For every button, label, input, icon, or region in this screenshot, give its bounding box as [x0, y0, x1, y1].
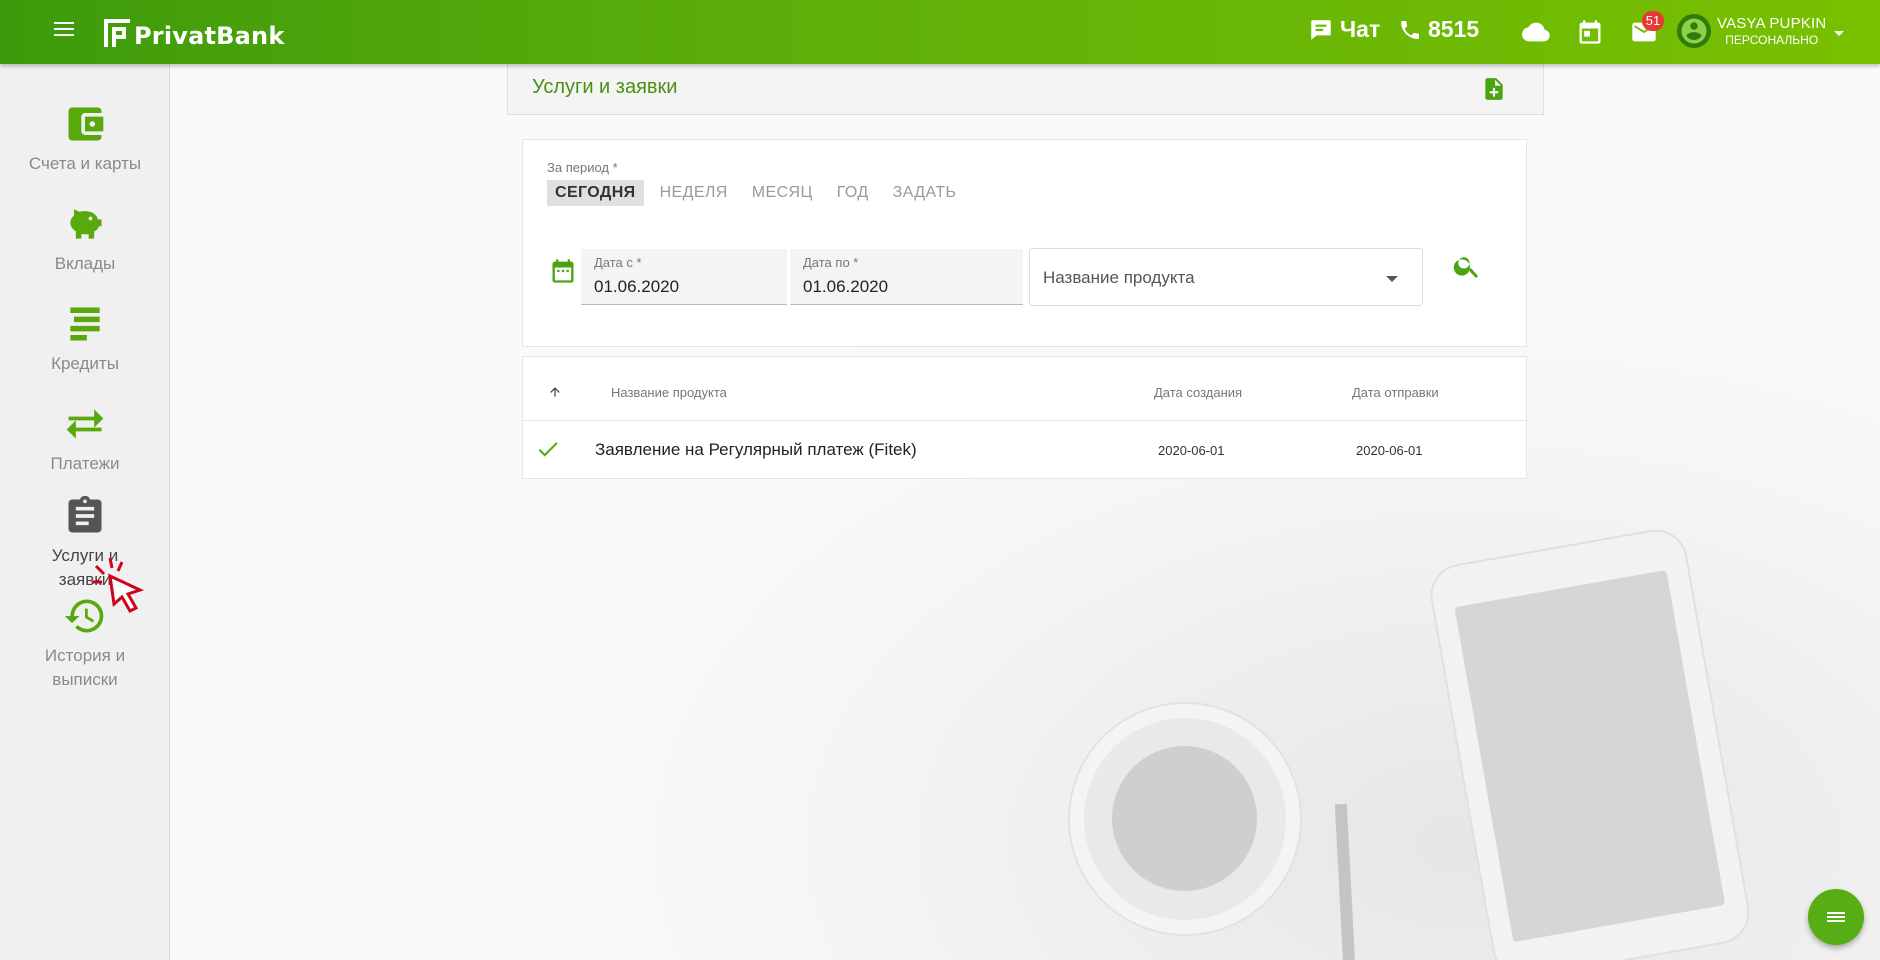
- row-created-date: 2020-06-01: [1158, 443, 1225, 458]
- wallet-icon: [68, 107, 104, 141]
- period-tabs: СЕГОДНЯ НЕДЕЛЯ МЕСЯЦ ГОД ЗАДАТЬ: [547, 180, 964, 206]
- phone-icon: [1401, 20, 1419, 39]
- transfer-arrows-icon: [66, 409, 104, 439]
- table-row[interactable]: Заявление на Регулярный платеж (Fitek) 2…: [523, 421, 1526, 479]
- hamburger-menu-button[interactable]: [44, 18, 84, 46]
- user-role: ПЕРСОНАЛЬНО: [1725, 33, 1819, 47]
- privatbank-logo[interactable]: PrivatBank: [102, 16, 285, 50]
- user-menu[interactable]: VASYA PUPKIN ПЕРСОНАЛЬНО: [1677, 14, 1845, 48]
- cloud-icon: [1522, 22, 1550, 42]
- sidebar-item-deposits[interactable]: Вклады: [0, 202, 170, 276]
- sidebar-item-label: Платежи: [50, 454, 120, 473]
- logo-text: PrivatBank: [134, 22, 285, 50]
- requests-table: Название продукта Дата создания Дата отп…: [522, 356, 1527, 479]
- calendar-icon: [1579, 20, 1601, 44]
- tab-today[interactable]: СЕГОДНЯ: [547, 180, 644, 206]
- row-product-name: Заявление на Регулярный платеж (Fitek): [595, 440, 917, 459]
- chat-button[interactable]: Чат: [1308, 16, 1380, 43]
- sidebar-item-label: История и выписки: [44, 646, 126, 689]
- date-from-value: 01.06.2020: [594, 277, 680, 296]
- sidebar-item-label: Вклады: [54, 254, 116, 273]
- column-sent-date[interactable]: Дата отправки: [1352, 385, 1439, 400]
- sidebar-item-credits[interactable]: Кредиты: [0, 302, 170, 376]
- tab-custom[interactable]: ЗАДАТЬ: [885, 180, 965, 206]
- user-name: VASYA PUPKIN: [1717, 15, 1827, 32]
- click-cursor-icon: [92, 557, 145, 613]
- page-title: Услуги и заявки: [532, 76, 678, 98]
- sidebar-item-accounts[interactable]: Счета и карты: [0, 102, 170, 176]
- product-select[interactable]: Название продукта: [1029, 248, 1423, 306]
- date-to-value: 01.06.2020: [803, 277, 889, 296]
- add-document-icon: [1485, 78, 1503, 100]
- tab-week[interactable]: НЕДЕЛЯ: [652, 180, 736, 206]
- row-sent-date: 2020-06-01: [1356, 443, 1423, 458]
- table-header: Название продукта Дата создания Дата отп…: [523, 357, 1526, 421]
- sidebar: Счета и карты Вклады Кредиты Платежи Усл…: [0, 64, 170, 960]
- background-phone: [1425, 524, 1755, 960]
- column-created-date[interactable]: Дата создания: [1154, 385, 1242, 400]
- sidebar-item-label: Кредиты: [51, 354, 119, 373]
- floating-menu-button[interactable]: [1808, 889, 1864, 945]
- date-to-label: Дата по *: [803, 255, 859, 270]
- phone-label: 8515: [1428, 16, 1480, 42]
- sidebar-item-payments[interactable]: Платежи: [0, 402, 170, 476]
- piggy-bank-icon: [70, 209, 102, 239]
- notification-badge: 51: [1642, 11, 1664, 31]
- cloud-button[interactable]: [1522, 18, 1550, 51]
- privatbank-logo-icon: [104, 19, 130, 47]
- column-product-name[interactable]: Название продукта: [611, 385, 727, 400]
- clipboard-icon: [68, 495, 102, 533]
- background-pen: [1334, 803, 1358, 960]
- page-header: Услуги и заявки: [507, 64, 1544, 115]
- calendar-icon: [552, 259, 574, 283]
- credit-icon: [70, 307, 100, 341]
- calendar-button[interactable]: [1576, 18, 1604, 51]
- period-label: За период *: [547, 160, 618, 175]
- search-icon: [1453, 257, 1478, 278]
- check-icon: [535, 436, 561, 467]
- chat-label: Чат: [1340, 16, 1381, 42]
- sidebar-item-label: Счета и карты: [28, 154, 142, 173]
- new-request-button[interactable]: [1481, 76, 1507, 107]
- user-avatar-icon: [1681, 18, 1707, 44]
- menu-icon: [1827, 910, 1845, 924]
- product-select-placeholder: Название продукта: [1043, 268, 1195, 287]
- date-to-field[interactable]: Дата по * 01.06.2020: [790, 249, 1023, 305]
- tab-year[interactable]: ГОД: [829, 180, 877, 206]
- phone-button[interactable]: 8515: [1398, 16, 1479, 43]
- tab-month[interactable]: МЕСЯЦ: [744, 180, 821, 206]
- background-coffee-cup: [1070, 704, 1300, 934]
- arrow-up-icon[interactable]: [548, 385, 562, 399]
- chat-icon: [1311, 19, 1331, 40]
- date-from-label: Дата с *: [594, 255, 642, 270]
- top-header: PrivatBank Чат 8515 51 VASYA PUPKIN ПЕРС…: [0, 0, 1880, 64]
- date-from-field[interactable]: Дата с * 01.06.2020: [581, 249, 787, 305]
- filter-panel: За период * СЕГОДНЯ НЕДЕЛЯ МЕСЯЦ ГОД ЗАД…: [522, 139, 1527, 347]
- chevron-down-icon: [1834, 30, 1845, 36]
- chevron-down-icon: [1386, 276, 1398, 282]
- date-picker-button[interactable]: [549, 257, 577, 290]
- main-content: Услуги и заявки За период * СЕГОДНЯ НЕДЕ…: [170, 64, 1880, 960]
- avatar: [1677, 14, 1711, 48]
- search-button[interactable]: [1452, 251, 1482, 286]
